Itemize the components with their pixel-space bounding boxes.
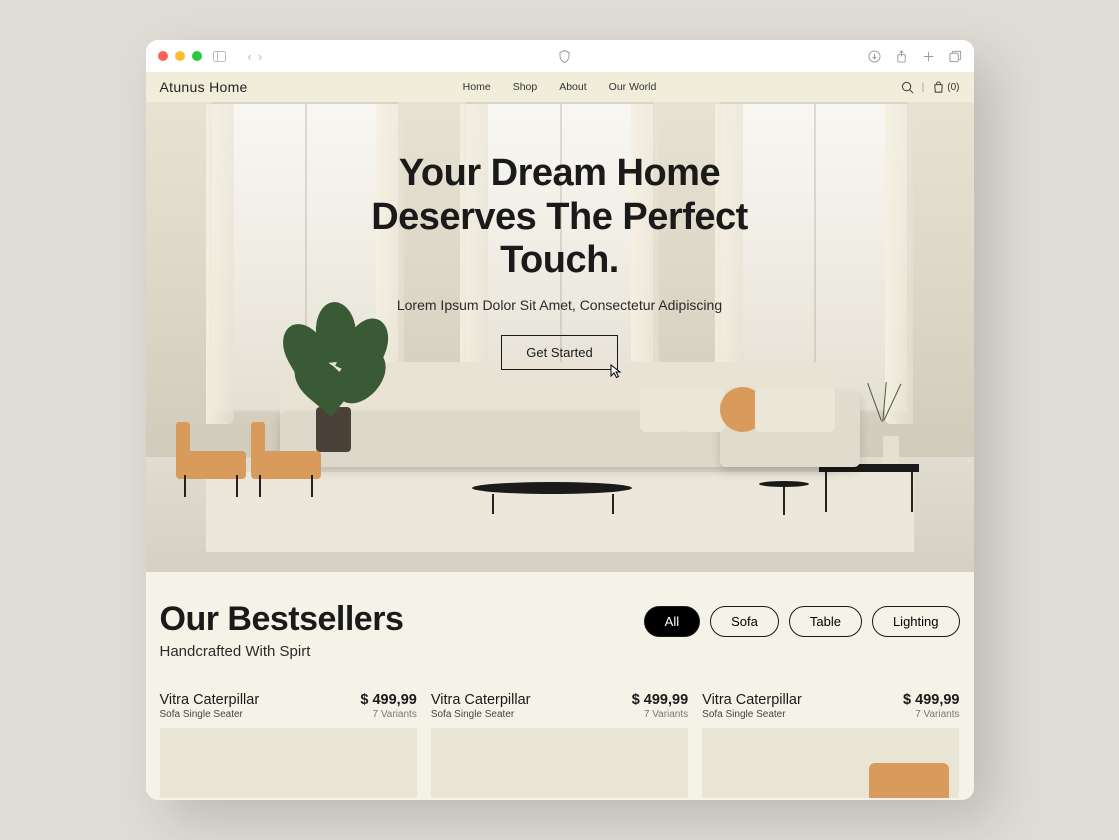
nav-about[interactable]: About — [559, 81, 586, 93]
product-variants: 7 Variants — [903, 709, 959, 720]
filter-sofa[interactable]: Sofa — [710, 606, 779, 637]
filter-group: All Sofa Table Lighting — [644, 606, 960, 637]
hero-subtitle: Lorem Ipsum Dolor Sit Amet, Consectetur … — [146, 297, 974, 313]
download-icon[interactable] — [868, 50, 881, 63]
tabs-icon[interactable] — [949, 50, 962, 63]
maximize-window-button[interactable] — [192, 51, 202, 61]
get-started-button[interactable]: Get Started — [501, 335, 617, 370]
filter-table[interactable]: Table — [789, 606, 862, 637]
site-header: Atunus Home Home Shop About Our World | … — [146, 72, 974, 102]
hero-content: Your Dream Home Deserves The Perfect Tou… — [146, 152, 974, 370]
product-image — [431, 728, 688, 798]
product-name: Vitra Caterpillar — [702, 692, 802, 708]
close-window-button[interactable] — [158, 51, 168, 61]
nav-our-world[interactable]: Our World — [609, 81, 657, 93]
browser-nav-arrows: ‹ › — [248, 49, 263, 64]
product-price: $ 499,99 — [632, 692, 688, 708]
share-icon[interactable] — [895, 50, 908, 63]
filter-all[interactable]: All — [644, 606, 700, 637]
brand-logo[interactable]: Atunus Home — [160, 79, 248, 95]
hero-section: Your Dream Home Deserves The Perfect Tou… — [146, 102, 974, 572]
product-name: Vitra Caterpillar — [431, 692, 531, 708]
bestsellers-title: Our Bestsellers — [160, 600, 404, 639]
product-card[interactable]: Vitra Caterpillar Sofa Single Seater $ 4… — [431, 692, 688, 798]
new-tab-icon[interactable] — [922, 50, 935, 63]
cart-count: (0) — [947, 82, 959, 93]
nav-home[interactable]: Home — [463, 81, 491, 93]
forward-button[interactable]: › — [258, 49, 262, 64]
product-image — [160, 728, 417, 798]
browser-window: ‹ › Atunus Home Home Shop About Our Worl… — [146, 40, 974, 800]
header-actions: | (0) — [901, 81, 960, 94]
product-category: Sofa Single Seater — [702, 709, 802, 720]
product-category: Sofa Single Seater — [431, 709, 531, 720]
product-grid: Vitra Caterpillar Sofa Single Seater $ 4… — [160, 692, 960, 798]
product-card[interactable]: Vitra Caterpillar Sofa Single Seater $ 4… — [702, 692, 959, 798]
search-icon[interactable] — [901, 81, 914, 94]
product-category: Sofa Single Seater — [160, 709, 260, 720]
cursor-icon — [609, 363, 625, 379]
back-button[interactable]: ‹ — [248, 49, 252, 64]
product-variants: 7 Variants — [360, 709, 416, 720]
cart-button[interactable]: (0) — [932, 81, 959, 94]
product-name: Vitra Caterpillar — [160, 692, 260, 708]
browser-titlebar: ‹ › — [146, 40, 974, 72]
bag-icon — [932, 81, 945, 94]
product-price: $ 499,99 — [903, 692, 959, 708]
bestsellers-subtitle: Handcrafted With Spirt — [160, 643, 404, 660]
product-card[interactable]: Vitra Caterpillar Sofa Single Seater $ 4… — [160, 692, 417, 798]
window-controls — [158, 51, 202, 61]
product-price: $ 499,99 — [360, 692, 416, 708]
minimize-window-button[interactable] — [175, 51, 185, 61]
bestsellers-section: Our Bestsellers Handcrafted With Spirt A… — [146, 572, 974, 798]
product-image — [702, 728, 959, 798]
filter-lighting[interactable]: Lighting — [872, 606, 960, 637]
product-variants: 7 Variants — [632, 709, 688, 720]
hero-title: Your Dream Home Deserves The Perfect Tou… — [146, 152, 974, 283]
shield-icon[interactable] — [555, 50, 575, 63]
main-nav: Home Shop About Our World — [463, 81, 657, 93]
nav-shop[interactable]: Shop — [513, 81, 538, 93]
separator: | — [922, 82, 925, 93]
sidebar-toggle-icon[interactable] — [210, 51, 230, 62]
